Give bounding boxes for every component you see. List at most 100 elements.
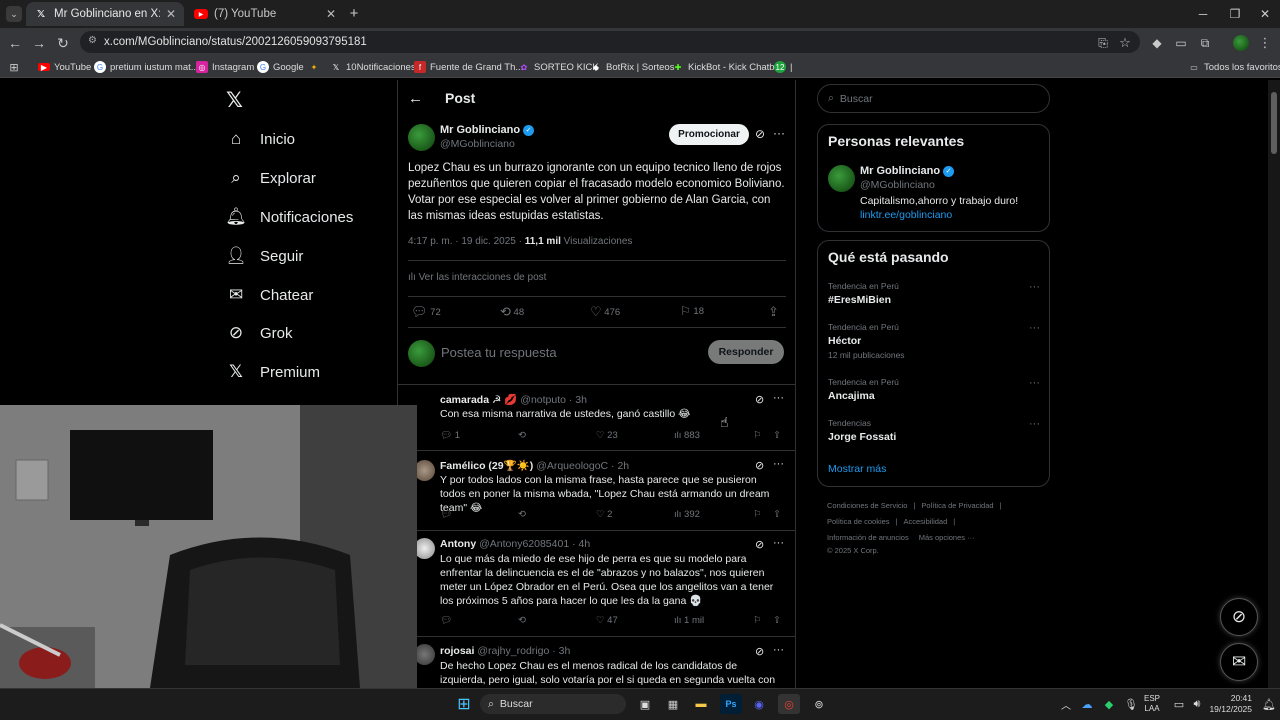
reply-action[interactable]: 💬︎ [440,509,452,520]
bookmark-icon[interactable]: ⚐ [753,615,762,626]
bookmark-icon[interactable]: ⚐ [753,430,762,441]
more-options-icon[interactable]: ··· [773,126,785,140]
reply-button[interactable]: Responder [708,340,784,364]
discord-icon[interactable]: ◉ [748,694,770,714]
terms-link[interactable]: Condiciones de Servicio [827,501,907,510]
menu-dots-icon[interactable]: ⋮ [1254,32,1276,54]
grok-icon[interactable]: ⊘ [755,645,764,658]
relevant-name[interactable]: Mr Goblinciano ✓ [860,165,955,177]
task-view-icon[interactable]: ▣ [634,694,656,714]
page-scrollbar[interactable] [1268,80,1280,688]
address-bar[interactable]: ⚙ x.com/MGoblinciano/status/200212605909… [80,31,1140,53]
messages-float-button[interactable]: ✉ [1220,643,1258,681]
relevant-avatar[interactable] [828,165,855,192]
obs-icon[interactable]: ⊚ [808,694,830,714]
photoshop-icon[interactable]: Ps [720,694,742,714]
views-action[interactable]: ılı 1 mil [674,615,704,626]
trend-item[interactable]: Tendencia en Perú #EresMiBien ··· [828,281,1040,319]
bookmark-folder-12[interactable]: 12 | [774,58,792,76]
reply-author[interactable]: rojosai [440,645,474,657]
grok-icon[interactable]: ⊘ [755,393,764,406]
relevant-link[interactable]: linktr.ee/goblinciano [860,209,952,221]
bookmark-icon[interactable]: ⚐ [753,509,762,520]
more-options-icon[interactable]: ··· [773,537,784,549]
nav-chat[interactable]: ✉ Chatear [226,280,314,310]
reload-icon[interactable]: ↻ [52,32,74,54]
views-action[interactable]: ılı 883 [674,430,700,441]
more-options-link[interactable]: Más opciones ··· [919,533,975,542]
bookmark-kickbot[interactable]: ✚ KickBot - Kick Chatb... [672,58,783,76]
windows-start-icon[interactable]: ⊞ [453,694,475,714]
grok-float-button[interactable]: ⊘ [1220,598,1258,636]
notifications-bell-icon[interactable]: 🔔︎ [1258,694,1280,714]
bookmark-google[interactable]: G Google [257,58,304,76]
trend-item[interactable]: Tendencias Jorge Fossati ··· [828,418,1040,456]
nav-notifications[interactable]: 🔔︎ Notificaciones [225,202,353,232]
author-name[interactable]: Mr Goblinciano ✓ [440,124,535,136]
trend-item[interactable]: Tendencia en Perú Ancajima ··· [828,377,1040,415]
extension-icon[interactable]: ◆ [1146,32,1168,54]
bookmark-youtube[interactable]: ▶ YouTube [38,58,91,76]
volume-icon[interactable]: 🔊︎ [1186,694,1208,714]
clock[interactable]: 20:41 19/12/2025 [1206,693,1252,715]
nav-home[interactable]: ⌂ Inicio [226,124,295,154]
more-options-icon[interactable]: ··· [773,392,784,404]
reply-avatar[interactable] [414,538,435,559]
site-info-icon[interactable]: ⚙ [88,35,97,46]
reply-author[interactable]: Antony [440,538,476,550]
all-bookmarks[interactable]: ▭ Todos los favoritos [1188,58,1280,76]
bookmark-botrix[interactable]: ◆ BotRix | Sorteos [590,58,675,76]
more-options-icon[interactable]: ··· [1029,322,1040,334]
back-icon[interactable]: ← [4,32,26,54]
tab-search-button[interactable]: ⌄ [6,6,22,22]
more-options-icon[interactable]: ··· [1029,281,1040,293]
bookmark-10notificaciones[interactable]: 𝕏 10Notificaciones [330,58,416,76]
like-action[interactable]: ♡ 2 [596,509,612,520]
close-icon[interactable]: ✕ [326,7,336,21]
forward-icon[interactable]: → [28,32,50,54]
more-options-icon[interactable]: ··· [773,644,784,656]
more-options-icon[interactable]: ··· [1029,418,1040,430]
reply-author[interactable]: camarada ☭ 💋 [440,394,517,406]
nav-explore[interactable]: ⌕ Explorar [226,163,316,193]
share-icon[interactable]: ⇪ [773,430,781,441]
back-arrow-icon[interactable]: ← [408,90,423,107]
reply-avatar[interactable] [414,460,435,481]
share-icon[interactable]: ⇪ [773,615,781,626]
tray-app-icon[interactable]: ◆ [1098,694,1120,714]
app-icon[interactable]: ▦ [662,694,684,714]
like-action[interactable]: ♡ 47 [596,615,618,626]
extensions-puzzle-icon[interactable]: ⧉ [1194,32,1216,54]
nav-premium[interactable]: 𝕏 Premium [226,357,320,387]
microphone-icon[interactable]: 🎙︎ [1120,694,1142,714]
close-icon[interactable]: ✕ [166,7,176,21]
more-options-icon[interactable]: ··· [1029,377,1040,389]
taskbar-search[interactable]: ⌕ Buscar [480,694,626,714]
reply-action[interactable]: 💬︎ 1 [440,430,460,441]
close-window-button[interactable]: ✕ [1248,0,1280,28]
nav-follow[interactable]: 👤︎ Seguir [225,241,303,271]
grok-icon[interactable]: ⊘ [755,459,764,472]
bookmark-pretium[interactable]: Gpretium iustum mat... [94,58,199,76]
grok-icon[interactable]: ⊘ [755,127,765,141]
profile-avatar[interactable] [1230,32,1252,54]
author-avatar[interactable] [408,124,435,151]
repost-action[interactable]: ⟲ 48 [500,304,524,320]
like-action[interactable]: ♡ 476 [590,304,620,320]
search-input[interactable]: ⌕ Buscar [817,84,1050,113]
share-icon[interactable]: ⇪ [768,304,779,320]
reply-avatar[interactable] [414,644,435,665]
bookmark-fuente[interactable]: f Fuente de Grand Th... [414,58,523,76]
reply-input[interactable]: Postea tu respuesta [441,345,557,360]
media-icon[interactable]: ▭ [1170,32,1192,54]
repost-action[interactable]: ⟲ [518,615,526,626]
tab-youtube[interactable]: ▶ (7) YouTube ✕ [186,2,344,26]
repost-action[interactable]: ⟲ [518,509,526,520]
bookmark-instagram[interactable]: ◎ Instagram [196,58,254,76]
tray-arrow-icon[interactable]: ︿ [1055,694,1077,714]
bookmark-sorteo-kick[interactable]: ✿ SORTEO KICK [518,58,599,76]
scrollbar-thumb[interactable] [1271,92,1277,154]
onedrive-icon[interactable]: ☁ [1076,694,1098,714]
trend-item[interactable]: Tendencia en Perú Héctor 12 mil publicac… [828,322,1040,366]
author-handle[interactable]: @MGoblinciano [440,138,515,150]
